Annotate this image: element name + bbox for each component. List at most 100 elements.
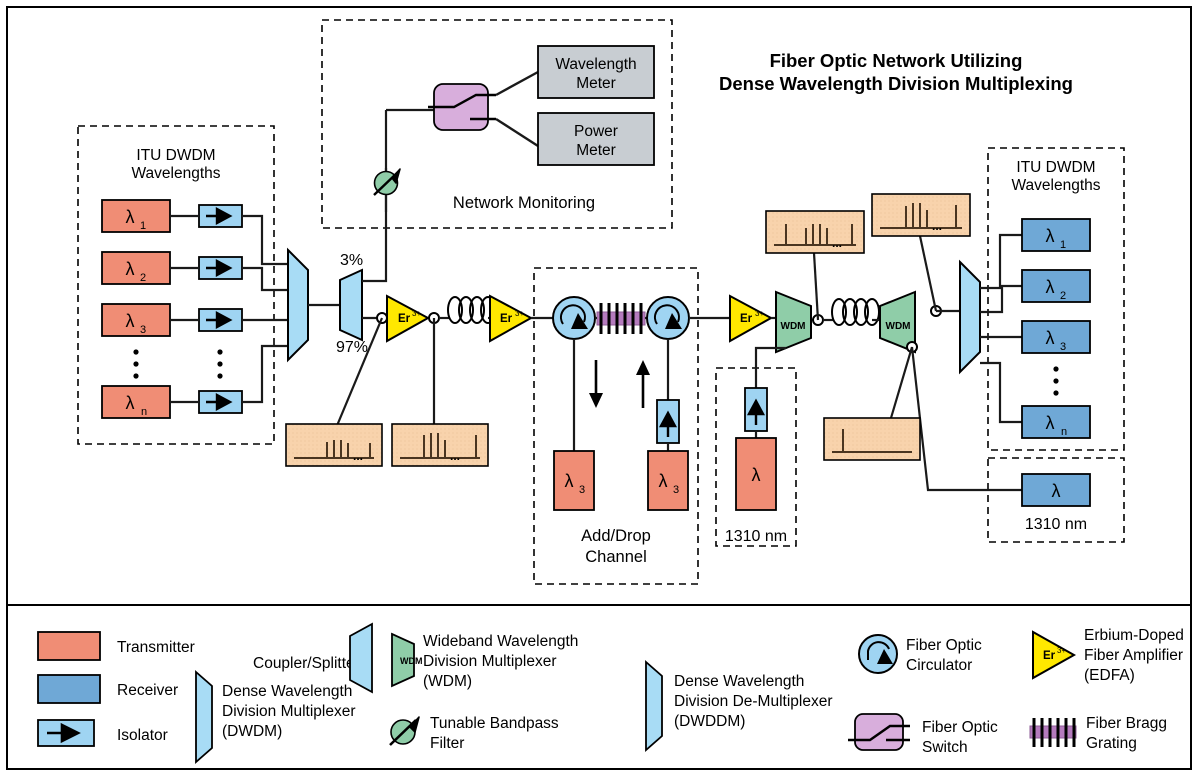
adddrop-label-line2: Channel [585,548,646,566]
rx1310-label: 1310 nm [1025,516,1087,533]
legend-circulator: Fiber Optic Circulator [858,634,982,674]
power-meter-line2: Meter [576,142,616,159]
legend-fbg-line2: Grating [1086,735,1137,752]
edfa-1-label: Er [398,313,411,325]
tunable-filter-icon [389,716,420,746]
drop-direction-arrow [589,360,603,408]
rx-group-label-line2: Wavelengths [1011,177,1100,194]
wire-tap5-spectrum5 [889,346,914,419]
spectrum-dwdm-only: ... [871,193,971,237]
tx-isolator-3[interactable] [198,308,243,332]
legend-receiver: Receiver [37,674,178,704]
tx-isolator-1[interactable] [198,204,243,228]
tx-lambda-3-label: λ [126,311,135,331]
monitoring-label: Network Monitoring [453,194,595,212]
drop-receiver-lambda3[interactable]: λ 3 [553,450,595,511]
tx-lambda-2-sub: 2 [140,272,146,284]
rx-vertical-ellipsis [1053,366,1059,396]
tx-isolator-2[interactable] [198,256,243,280]
adddrop-label-line1: Add/Drop [581,527,651,545]
rx-1310-receiver[interactable]: λ [1021,473,1091,507]
legend-coupler-splitter: Coupler/Splitter [253,622,373,694]
add-transmitter-lambda3[interactable]: λ 3 [647,450,689,511]
tx-lambda-1[interactable]: λ 1 [101,199,171,233]
wire-tx1-mux [242,214,288,266]
add1310-isolator[interactable] [744,387,768,432]
fiber-spool-1 [439,296,496,324]
receiver-swatch [37,674,101,704]
legend-switch-line1: Fiber Optic [922,719,998,736]
dwdm-multiplexer[interactable] [287,247,309,363]
legend-switch-line2: Switch [922,739,968,756]
wire-txn-mux [242,344,288,404]
legend-fbg: Fiber Bragg Grating [1029,715,1167,752]
spectrum-wdm-with-1310: ... [765,210,865,254]
dwdm-icon [195,670,213,764]
rx-lambda-1[interactable]: λ 1 [1021,218,1091,252]
tx-lambda-2-label: λ [126,259,135,279]
tx-isolator-n[interactable] [198,390,243,414]
add1310-label: 1310 nm [725,528,787,545]
power-meter[interactable]: Power Meter [537,112,655,166]
tunable-bandpass-filter[interactable] [373,168,401,212]
circulator-add[interactable] [646,296,690,340]
wdm-combiner[interactable]: WDM [775,290,812,354]
spectrum-1310-only [823,417,921,461]
edfa-icon: Er 3+ [1032,630,1077,680]
wire-tx2-mux [242,266,288,292]
wavelength-meter[interactable]: Wavelength Meter [537,45,655,99]
legend-circulator-line1: Fiber Optic [906,637,982,654]
dwddm-demultiplexer[interactable] [959,259,981,375]
tx-lambda-n[interactable]: λ n [101,385,171,419]
wdm-splitter-label: WDM [886,321,911,332]
coupler-splitter-icon [349,622,373,694]
spectrum-post-edfa: ... [391,423,489,467]
legend-coupler-splitter-label: Coupler/Splitter [253,655,360,672]
rx-lambda-3[interactable]: λ 3 [1021,320,1091,354]
spectrum-tap-3pct: ... [285,423,383,467]
tx-lambda-3[interactable]: λ 3 [101,303,171,337]
spectrum-wdm-with-1310-ellipsis: ... [832,236,842,250]
rx-lambda-1-label: λ [1046,226,1055,246]
legend-isolator: Isolator [37,719,168,747]
legend-dwdm-line2: Division Multiplexer [222,703,356,720]
rx-lambda-2[interactable]: λ 2 [1021,269,1091,303]
edfa-3-sup: 3+ [755,309,764,318]
legend-fbg-line1: Fiber Bragg [1086,715,1167,732]
add-isolator[interactable] [656,399,680,444]
circulator-drop[interactable] [552,296,596,340]
legend-wdm-line2: Division Multiplexer [423,653,557,670]
legend-edfa-line1: Erbium-Doped [1084,627,1184,644]
transmitter-swatch [37,631,101,661]
wire-demux-rxn [980,361,1022,424]
rx-lambda-n-label: λ [1046,413,1055,433]
legend-wdm-line3: (WDM) [423,673,472,690]
wire-tap-to-monitor [362,110,388,283]
splitter-tap-ratio: 3% [340,252,363,269]
legend-wdm: WDM Wideband Wavelength Division Multipl… [391,632,578,690]
coupler-splitter[interactable] [339,268,363,342]
fiber-bragg-grating[interactable] [595,303,648,334]
wire-demux-rx1 [980,233,1022,290]
legend-dwddm-line2: Division De-Multiplexer [674,693,833,710]
edfa-2[interactable]: Er 3+ [489,294,534,343]
wire-switch-powermeter [495,117,539,148]
edfa-3[interactable]: Er 3+ [729,294,774,343]
fiber-optic-switch[interactable] [428,83,496,131]
tx-lambda-2[interactable]: λ 2 [101,251,171,285]
add1310-transmitter[interactable]: λ [735,437,777,511]
edfa-2-sup: 3+ [515,309,524,318]
edfa-1[interactable]: Er 3+ [386,294,431,343]
tx-lambda-1-label: λ [126,207,135,227]
wire-switch-wavemeter [495,70,539,97]
tx-lambda-1-sub: 1 [140,220,146,232]
legend-tunable-filter: Tunable Bandpass Filter [389,715,559,752]
legend-edfa: Er 3+ Erbium-Doped Fiber Amplifier (EDFA… [1032,627,1184,684]
legend-dwddm-line3: (DWDDM) [674,713,745,730]
page-title-line2: Dense Wavelength Division Multiplexing [719,73,1073,94]
circulator-icon [858,634,898,674]
rx-lambda-n[interactable]: λ n [1021,405,1091,439]
diagram-root: Fiber Optic Network Utilizing Dense Wave… [0,0,1200,776]
legend-switch: Fiber Optic Switch [848,713,998,756]
legend-wdm-line1: Wideband Wavelength [423,633,578,650]
